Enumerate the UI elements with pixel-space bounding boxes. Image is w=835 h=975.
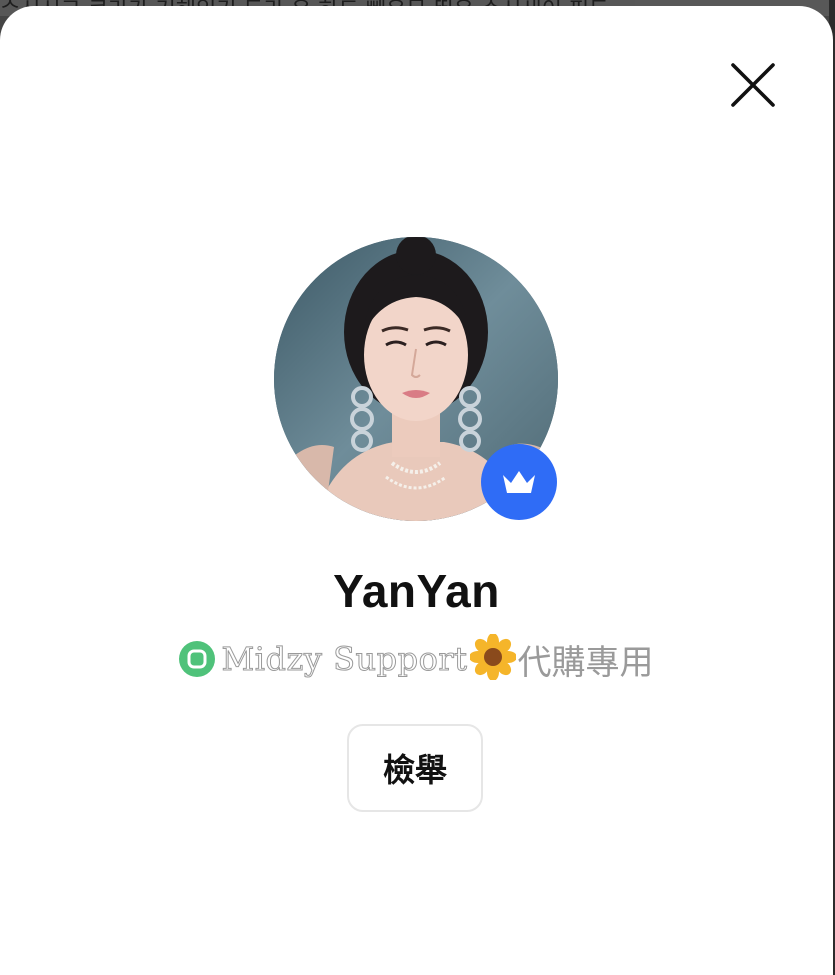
bio-suffix: 代購專用	[517, 642, 654, 683]
username: YanYan	[333, 565, 500, 617]
crown-icon	[503, 471, 535, 493]
close-button[interactable]	[728, 60, 778, 110]
green-circle-icon	[179, 641, 216, 677]
profile-bio: Midzy Support 代購專用	[0, 633, 833, 684]
profile-modal: YanYan Midzy Support 代購專用 檢舉	[0, 6, 833, 975]
bio-text: Midzy Support	[221, 640, 468, 679]
avatar-container	[274, 237, 558, 521]
sunflower-icon	[468, 633, 517, 684]
verified-crown-badge	[481, 444, 557, 520]
close-icon	[731, 63, 775, 107]
report-button[interactable]: 檢舉	[347, 724, 483, 812]
